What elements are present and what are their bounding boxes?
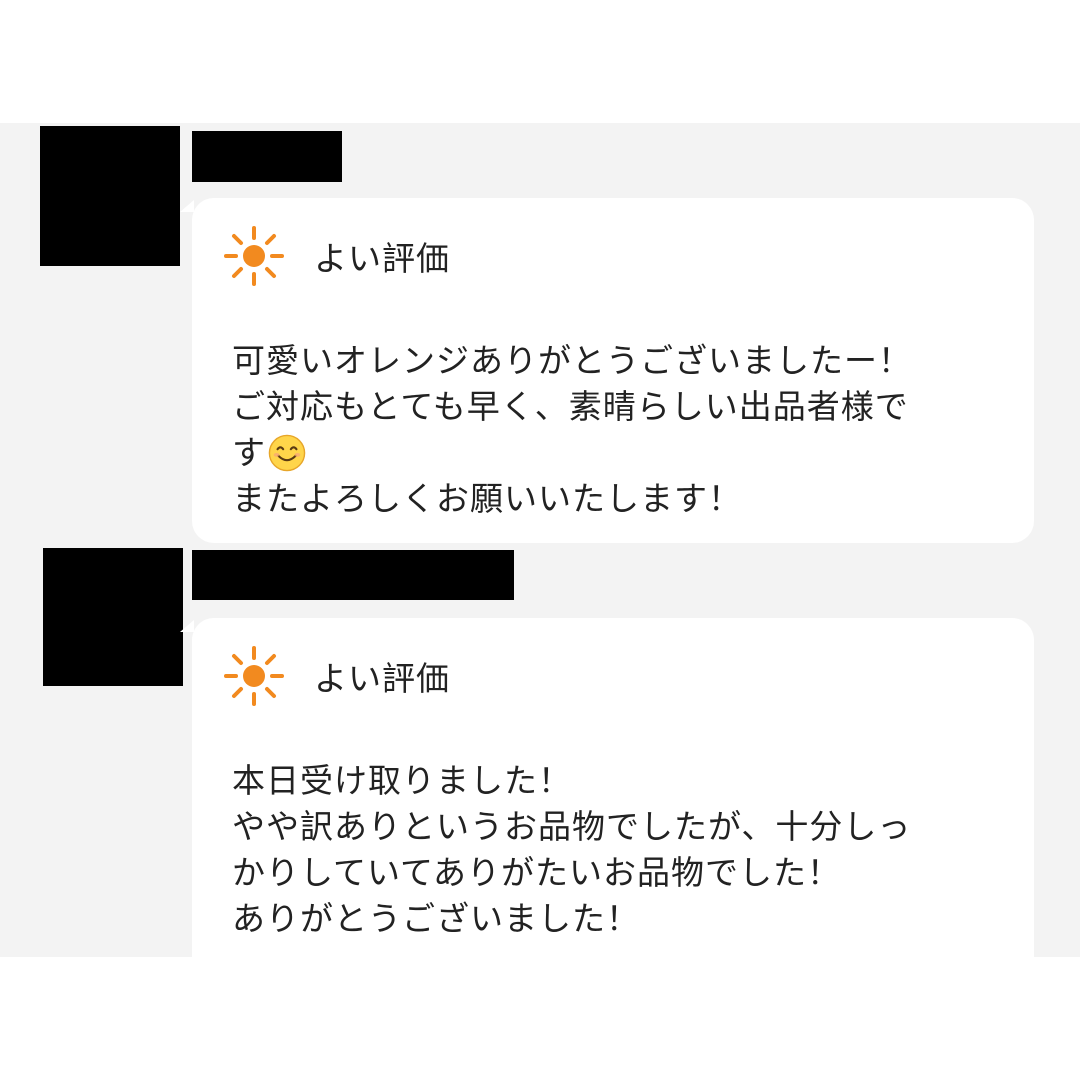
comment-line: ありがとうございました！ xyxy=(232,899,640,938)
review-bubble: よい評価 本日受け取りました！ やや訳ありというお品物でしたが、十分しっ かりし… xyxy=(180,618,1034,957)
review-comment: 可愛いオレンジありがとうございましたー！ ご対応もとても早く、素晴らしい出品者様… xyxy=(232,338,1012,522)
sun-icon xyxy=(224,226,284,286)
rating-label: よい評価 xyxy=(314,659,450,698)
comment-line-text: す xyxy=(232,433,266,472)
review-bubble: よい評価 可愛いオレンジありがとうございましたー！ ご対応もとても早く、素晴らし… xyxy=(180,198,1034,543)
redacted-avatar[interactable] xyxy=(43,548,183,686)
comment-line-with-emoji: す xyxy=(232,430,1012,476)
comment-line: ご対応もとても早く、素晴らしい出品者様で xyxy=(232,387,909,426)
comment-line: やや訳ありというお品物でしたが、十分しっ xyxy=(232,807,912,846)
review-comment: 本日受け取りました！ やや訳ありというお品物でしたが、十分しっ かりしていてあり… xyxy=(232,758,1012,942)
comment-line: 可愛いオレンジありがとうございましたー！ xyxy=(232,341,912,380)
comment-line: かりしていてありがたいお品物でした！ xyxy=(232,853,842,892)
review-item: よい評価 本日受け取りました！ やや訳ありというお品物でしたが、十分しっ かりし… xyxy=(0,543,1080,957)
redacted-username[interactable] xyxy=(192,550,514,600)
comment-line: 本日受け取りました！ xyxy=(232,761,572,800)
review-list: よい評価 可愛いオレンジありがとうございましたー！ ご対応もとても早く、素晴らし… xyxy=(0,123,1080,957)
bubble-tail xyxy=(180,200,194,212)
bubble-tail xyxy=(180,620,194,632)
rating-row: よい評価 xyxy=(222,644,450,708)
smiling-face-icon xyxy=(268,434,306,472)
comment-line: またよろしくお願いいたします！ xyxy=(232,479,742,518)
redacted-avatar[interactable] xyxy=(40,126,180,266)
redacted-username[interactable] xyxy=(192,131,342,182)
rating-row: よい評価 xyxy=(222,224,450,288)
sun-icon xyxy=(224,646,284,706)
review-item: よい評価 可愛いオレンジありがとうございましたー！ ご対応もとても早く、素晴らし… xyxy=(0,123,1080,543)
rating-label: よい評価 xyxy=(314,239,450,278)
